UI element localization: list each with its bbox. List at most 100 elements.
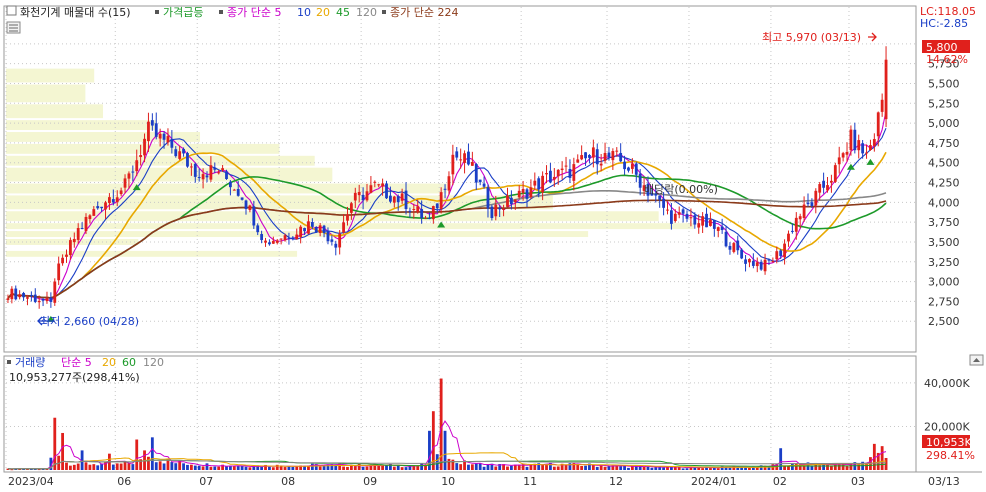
candle-body	[525, 189, 529, 199]
volume-bar	[61, 432, 64, 470]
candle-body	[509, 197, 513, 205]
volume-bar	[779, 448, 783, 470]
x-tick-label-5: 10	[441, 475, 455, 488]
candle-body	[857, 140, 861, 151]
candle-body	[662, 198, 666, 208]
candle-body	[880, 99, 884, 112]
volume-bar	[244, 466, 248, 470]
candle-body	[373, 181, 377, 183]
candle-body	[611, 151, 615, 161]
volume-bar	[127, 463, 131, 470]
candle-body	[638, 173, 642, 188]
volume-tick-label-0: 20,000K	[924, 420, 970, 433]
candle-body	[630, 163, 634, 169]
candle-body	[420, 209, 424, 218]
volume-bar	[53, 417, 57, 470]
candle-body	[326, 230, 330, 242]
candle-body	[439, 192, 443, 209]
legend-dot-3	[382, 10, 386, 14]
candle-body	[353, 192, 357, 201]
legend-checkbox[interactable]	[6, 5, 17, 16]
volume-bar	[131, 464, 135, 470]
profile-bar-0	[6, 250, 298, 257]
x-tick-label-7: 12	[609, 475, 623, 488]
candle-body	[845, 151, 849, 155]
candle-body	[673, 213, 677, 221]
high-annotation: 최고 5,970 (03/13)	[762, 31, 861, 44]
candle-body	[264, 240, 267, 243]
candle-body	[111, 199, 115, 203]
candle-body	[22, 292, 25, 298]
candle-body	[572, 164, 576, 181]
candle-body	[744, 259, 747, 264]
candle-body	[271, 240, 275, 244]
candle-body	[385, 183, 388, 199]
volume-bar	[252, 466, 256, 470]
volume-bar	[486, 464, 490, 470]
x-tick-label-1: 06	[117, 475, 131, 488]
volume-bar	[459, 464, 463, 470]
candle-body	[802, 204, 806, 218]
candle-body	[68, 240, 72, 256]
volume-bar	[201, 466, 205, 470]
volume-bar	[170, 462, 174, 470]
volume-bar	[365, 466, 369, 470]
candle-body	[100, 206, 104, 209]
candle-body	[736, 240, 740, 251]
profile-bar-7	[6, 167, 333, 182]
price-tick-label-3: 3,250	[928, 256, 960, 269]
candle-body	[435, 203, 439, 209]
candle-body	[705, 213, 708, 228]
volume-bar	[135, 439, 139, 470]
x-tick-label-4: 09	[363, 475, 377, 488]
candle-body	[603, 152, 607, 161]
candle-body	[529, 187, 533, 198]
profile-bar-12	[6, 104, 104, 119]
candle-body	[260, 234, 264, 241]
volume-bar	[236, 466, 240, 470]
candle-body	[716, 227, 720, 231]
volume-bar	[111, 464, 115, 470]
candle-body	[154, 123, 158, 137]
candle-body	[787, 233, 790, 242]
volume-bar	[857, 464, 861, 470]
candle-body	[428, 218, 431, 220]
volume-bar	[68, 465, 72, 470]
candle-body	[872, 139, 876, 146]
volume-bar	[736, 467, 740, 470]
volume-legend-60: 60	[122, 356, 136, 369]
volume-bar	[506, 466, 509, 470]
candle-body	[431, 206, 435, 220]
candle-body	[537, 178, 541, 190]
volume-badge-text: 10,953K	[926, 436, 972, 449]
candle-body	[701, 216, 705, 226]
candle-body	[318, 225, 322, 233]
candle-body	[884, 59, 888, 120]
candle-body	[248, 205, 252, 211]
candle-body	[334, 243, 338, 248]
volume-bar	[115, 463, 119, 470]
legend-ma20: 20	[316, 6, 330, 19]
volume-bar	[213, 466, 217, 470]
candle-body	[869, 145, 872, 151]
volume-bar	[482, 466, 486, 470]
volume-bar	[837, 464, 841, 470]
candle-body	[291, 237, 295, 239]
candle-body	[135, 160, 139, 172]
candle-body	[252, 206, 256, 226]
candle-body	[275, 240, 279, 243]
candle-body	[268, 242, 271, 245]
volume-bar	[154, 462, 158, 470]
volume-bar	[396, 465, 400, 470]
volume-bar	[287, 466, 291, 470]
candle-body	[591, 147, 595, 158]
candle-body	[186, 153, 189, 167]
candle-body	[310, 222, 314, 227]
candle-body	[576, 159, 580, 163]
candle-body	[139, 155, 143, 158]
candle-body	[416, 206, 420, 212]
volume-bar	[826, 464, 829, 470]
volume-bar	[92, 464, 96, 470]
profile-bar-14	[6, 68, 95, 83]
candle-body	[459, 159, 463, 161]
